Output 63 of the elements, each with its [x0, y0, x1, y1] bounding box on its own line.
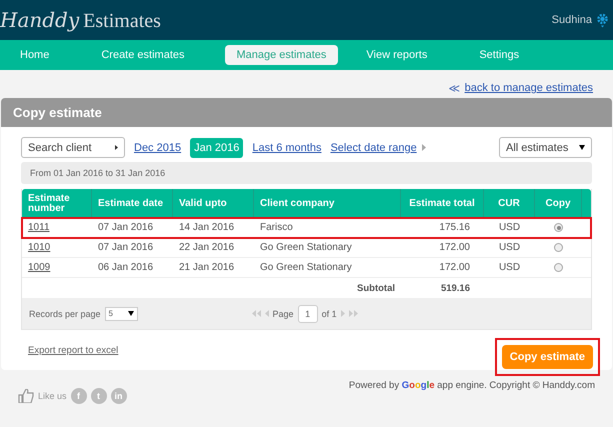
records-dropdown[interactable]: 5 — [104, 306, 138, 320]
table-cell-text: Go Green Stationary — [259, 241, 353, 255]
like-label: Like us — [38, 391, 67, 401]
gear-icon[interactable] — [596, 12, 609, 28]
thumbs-up-icon — [18, 389, 34, 403]
logo-script: Handdy — [0, 8, 80, 32]
panel-title: Copy estimate — [1, 98, 612, 127]
previous-page-icon[interactable] — [264, 310, 269, 317]
table-cell-text: USD — [498, 241, 522, 255]
column-header: Estimate number — [22, 189, 92, 218]
dropdown-arrow-icon — [579, 145, 585, 150]
column-header: Copy — [535, 189, 582, 218]
table-cell-text: Farisco — [259, 221, 294, 235]
column-header: Client company — [254, 189, 401, 218]
table-cell-text: 21 Jan 2016 — [178, 261, 236, 275]
last-page-icon[interactable] — [348, 310, 358, 317]
estimate-number-link[interactable]: 1009 — [28, 262, 50, 273]
back-arrow: ≪ — [448, 82, 461, 95]
table-row[interactable]: 1010 07 Jan 2016 22 Jan 2016 Go Green Stationary 172.00 USD — [22, 238, 591, 258]
caret-icon — [115, 145, 118, 150]
page-field[interactable]: 1 — [298, 304, 318, 322]
powered-by-text: Powered by Google app engine. Copyright © Handdy.com — [348, 380, 595, 391]
column-header: Estimate total — [401, 189, 484, 218]
records-label: Records per page — [29, 308, 101, 318]
logo-text: Estimates — [83, 10, 161, 32]
table-cell-text: 07 Jan 2016 — [97, 221, 154, 235]
table-row[interactable]: 1009 06 Jan 2016 21 Jan 2016 Go Green Stationary 172.00 USD — [22, 258, 591, 278]
user-name: Sudhina — [552, 14, 592, 26]
column-header: Valid upto — [173, 189, 254, 218]
search-client-dropdown[interactable]: Search client — [21, 137, 125, 158]
caret-icon — [422, 144, 426, 151]
dropdown-arrow-icon — [128, 311, 134, 316]
date-range-link[interactable]: Select date range — [330, 142, 417, 154]
table-cell-text: 22 Jan 2016 — [178, 241, 236, 255]
period-link[interactable]: Dec 2015 — [130, 138, 186, 158]
page-label: Page — [272, 308, 294, 318]
estimate-number-link[interactable]: 1011 — [28, 222, 50, 233]
column-header: Estimate date — [92, 189, 173, 218]
back-link[interactable]: back to manage estimates — [464, 82, 593, 95]
page-count: of 1 — [322, 308, 337, 318]
table-cell-text: 06 Jan 2016 — [97, 261, 154, 275]
table-cell-text: 172.00 — [438, 261, 471, 275]
copy-radio[interactable] — [554, 243, 563, 252]
table-cell-text: 14 Jan 2016 — [178, 221, 236, 235]
estimate-filter-dropdown[interactable]: All estimates — [499, 137, 592, 158]
copy-radio[interactable] — [554, 263, 563, 272]
subtotal-value: 519.16 — [440, 282, 471, 296]
period-link[interactable]: Last 6 months — [248, 138, 326, 158]
table-cell-text: 07 Jan 2016 — [97, 241, 154, 255]
table-cell-text: USD — [498, 261, 522, 275]
first-page-icon[interactable] — [252, 310, 261, 317]
date-range-note: From 01 Jan 2016 to 31 Jan 2016 — [21, 162, 592, 184]
table-row[interactable]: 1011 07 Jan 2016 14 Jan 2016 Farisco 175.16 USD — [22, 218, 591, 238]
next-page-icon[interactable] — [340, 310, 345, 317]
column-header: CUR — [484, 189, 535, 218]
table-cell-text: 175.16 — [438, 221, 471, 235]
export-link[interactable]: Export report to excel — [28, 345, 118, 356]
table-cell-text: 172.00 — [438, 241, 471, 255]
estimate-number-link[interactable]: 1010 — [28, 242, 50, 253]
table-cell-text: USD — [498, 221, 522, 235]
table-cell-text: Go Green Stationary — [259, 261, 353, 275]
subtotal-label: Subtotal — [356, 282, 396, 296]
copy-radio[interactable] — [554, 223, 563, 232]
